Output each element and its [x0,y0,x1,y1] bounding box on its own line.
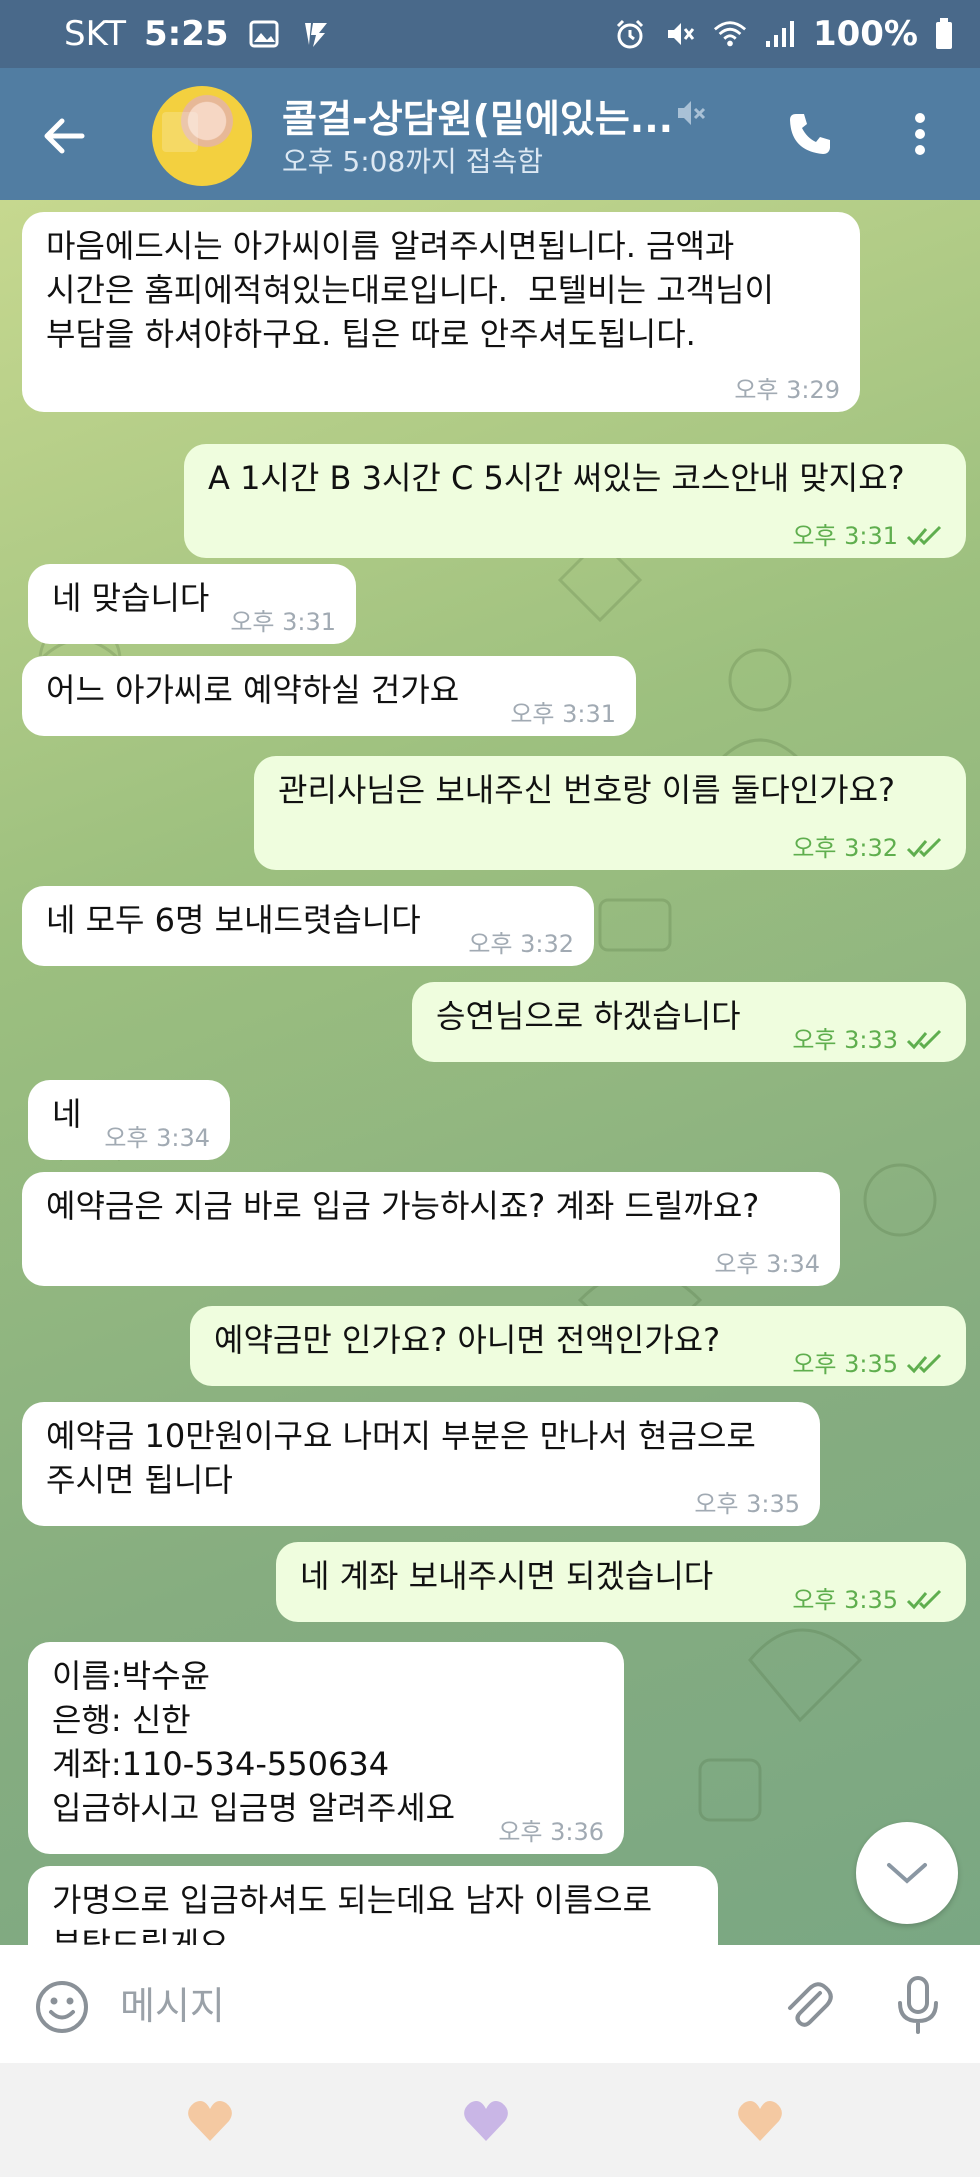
message-time: 오후 3:33 [792,1026,898,1054]
arrow-left-icon [44,118,85,154]
call-button[interactable] [780,104,840,164]
message-time: 오후 3:29 [734,376,840,404]
avatar-badge [162,112,198,152]
double-check-icon [906,1029,942,1050]
alarm-icon [613,17,647,51]
emoji-icon[interactable] [34,1979,90,2035]
message-outgoing[interactable]: A 1시간 B 3시간 C 5시간 써있는 코스안내 맞지요? 오후 3:31 [184,444,966,558]
message-incoming[interactable]: 예약금 10만원이구요 나머지 부분은 만나서 현금으로 주시면 됩니다 오후 … [22,1402,820,1526]
more-vertical-icon [915,113,925,155]
paperclip-icon[interactable] [780,1977,836,2033]
wifi-icon [713,17,747,51]
bottom-nav-bar [0,2063,980,2177]
message-text: 관리사님은 보내주신 번호랑 이름 둘다인가요? [278,771,896,809]
heart-peach-icon[interactable] [186,2099,234,2143]
message-composer [0,1945,980,2063]
heart-peach-icon[interactable] [736,2099,784,2143]
message-text: 예약금 10만원이구요 나머지 부분은 만나서 현금으로 주시면 됩니다 [46,1417,756,1499]
message-time: 오후 3:32 [468,930,574,958]
message-incoming[interactable]: 가명으로 입금하셔도 되는데요 남자 이름으로 부탁드릴게요 [28,1866,718,1945]
mute-icon [663,17,697,51]
message-time: 오후 3:31 [510,700,616,728]
double-check-icon [906,837,942,858]
message-text: 가명으로 입금하셔도 되는데요 남자 이름으로 부탁드릴게요 [52,1881,653,1945]
message-incoming[interactable]: 네 모두 6명 보내드렷습니다 오후 3:32 [22,886,594,966]
lightning-icon [299,17,333,51]
chevron-down-icon [887,1863,927,1884]
message-incoming[interactable]: 예약금은 지금 바로 입금 가능하시죠? 계좌 드릴까요? 오후 3:34 [22,1172,840,1286]
message-text: 마음에드시는 아가씨이름 알려주시면됩니다. 금액과 시간은 홈피에적혀있는대로… [46,227,774,353]
message-incoming[interactable]: 이름:박수윤 은행: 신한 계좌:110-534-550634 입금하시고 입금… [28,1642,624,1854]
image-icon [247,17,281,51]
message-time: 오후 3:31 [792,522,898,550]
message-text: 이름:박수윤 은행: 신한 계좌:110-534-550634 입금하시고 입금… [52,1657,456,1827]
message-time: 오후 3:35 [792,1586,898,1614]
message-text: 예약금은 지금 바로 입금 가능하시죠? 계좌 드릴까요? [46,1187,760,1225]
heart-purple-icon[interactable] [462,2099,510,2143]
muted-speaker-icon [678,101,706,125]
message-incoming[interactable]: 어느 아가씨로 예약하실 건가요 오후 3:31 [22,656,636,736]
chat-header: 콜걸-상담원(밑에있는... 오후 5:08까지 접속함 [0,68,980,200]
signal-icon [763,17,797,51]
carrier-label: SKT [64,14,127,54]
scroll-to-bottom-button[interactable] [856,1822,958,1924]
message-outgoing[interactable]: 네 계좌 보내주시면 되겠습니다 오후 3:35 [276,1542,966,1622]
double-check-icon [906,1353,942,1374]
phone-icon [790,114,830,154]
battery-icon [934,17,954,51]
message-incoming[interactable]: 네 오후 3:34 [28,1080,230,1160]
double-check-icon [906,1589,942,1610]
message-incoming[interactable]: 네 맞습니다 오후 3:31 [28,564,356,644]
message-outgoing[interactable]: 승연님으로 하겠습니다 오후 3:33 [412,982,966,1062]
message-time: 오후 3:35 [792,1350,898,1378]
last-seen-status: 오후 5:08까지 접속함 [282,145,543,178]
message-time: 오후 3:34 [714,1250,820,1278]
double-check-icon [906,525,942,546]
message-time: 오후 3:32 [792,834,898,862]
back-button[interactable] [36,108,92,164]
microphone-icon[interactable] [890,1975,946,2035]
message-outgoing[interactable]: 관리사님은 보내주신 번호랑 이름 둘다인가요? 오후 3:32 [254,756,966,870]
message-time: 오후 3:36 [498,1818,604,1846]
message-time: 오후 3:34 [104,1124,210,1152]
battery-percent: 100% [812,14,918,54]
more-menu-button[interactable] [900,104,940,164]
chat-title[interactable]: 콜걸-상담원(밑에있는... [282,88,673,143]
message-time: 오후 3:35 [694,1490,800,1518]
message-outgoing[interactable]: 예약금만 인가요? 아니면 전액인가요? 오후 3:35 [190,1306,966,1386]
avatar[interactable] [152,86,252,186]
status-bar: SKT 5:25 100% [0,0,980,68]
clock: 5:25 [144,14,229,54]
message-input[interactable] [118,1975,722,2037]
message-incoming[interactable]: 마음에드시는 아가씨이름 알려주시면됩니다. 금액과 시간은 홈피에적혀있는대로… [22,212,860,412]
message-list[interactable]: 마음에드시는 아가씨이름 알려주시면됩니다. 금액과 시간은 홈피에적혀있는대로… [0,200,980,1945]
message-text: A 1시간 B 3시간 C 5시간 써있는 코스안내 맞지요? [208,459,905,497]
message-time: 오후 3:31 [230,608,336,636]
